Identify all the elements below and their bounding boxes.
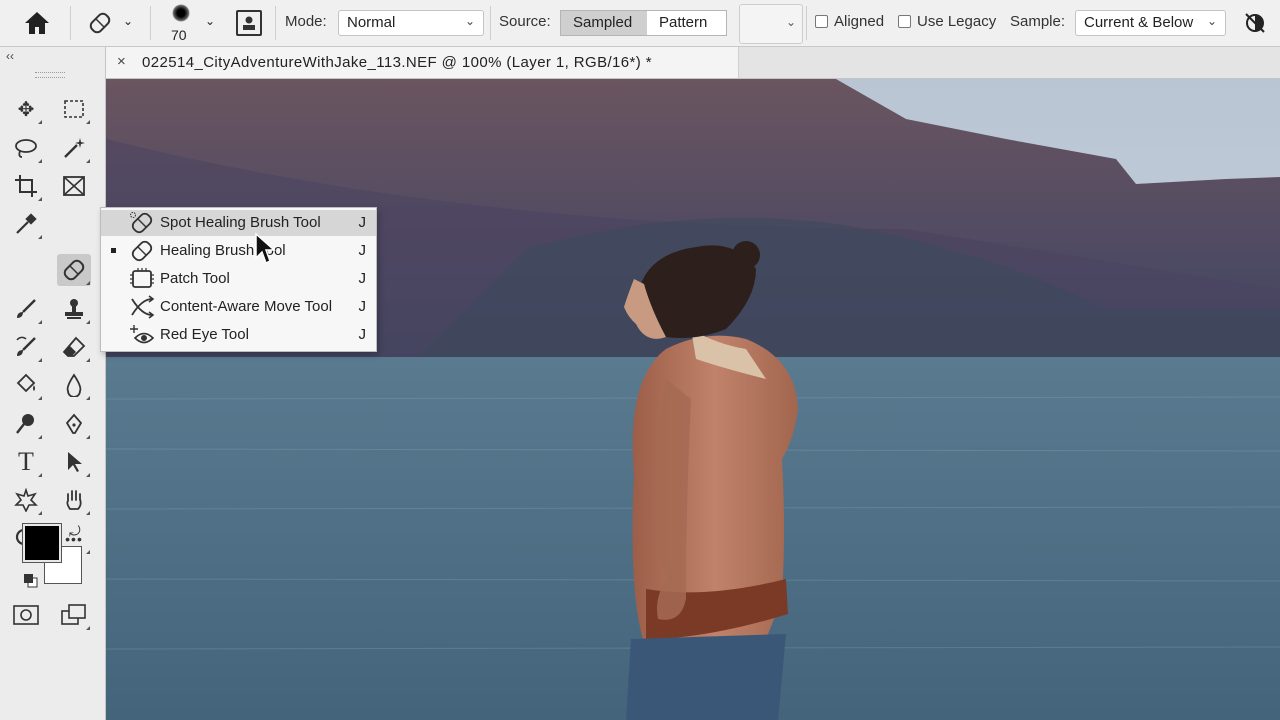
menu-item-shortcut: J	[358, 214, 367, 231]
custom-shape-tool-icon[interactable]	[9, 484, 43, 516]
content-aware-move-icon	[129, 295, 155, 319]
chevron-down-icon: ⌄	[464, 14, 475, 28]
type-tool-icon[interactable]: T	[9, 446, 43, 478]
default-colors-icon[interactable]	[23, 573, 39, 589]
brush-preview-icon[interactable]	[172, 4, 190, 22]
sample-label: Sample:	[1010, 13, 1066, 30]
red-eye-tool-icon	[129, 323, 155, 347]
tool-preset-healing-icon[interactable]	[86, 8, 114, 38]
healing-brush-icon	[129, 239, 155, 263]
hand-tool-icon[interactable]	[57, 484, 91, 516]
dodge-tool-icon[interactable]	[9, 408, 43, 440]
mouse-pointer-icon	[254, 232, 276, 266]
swap-colors-icon[interactable]: ⤾	[69, 523, 81, 540]
brush-chevron-down-icon[interactable]: ⌄	[205, 14, 215, 28]
menu-item-content-aware-move[interactable]: Content-Aware Move Tool J	[101, 294, 376, 320]
menu-item-red-eye-tool[interactable]: Red Eye Tool J	[101, 322, 376, 348]
eraser-tool-icon[interactable]	[57, 331, 91, 363]
mode-value: Normal	[347, 14, 396, 31]
healing-tools-flyout-menu: Spot Healing Brush Tool J Healing Brush …	[100, 207, 377, 352]
history-brush-tool-icon[interactable]	[9, 331, 43, 363]
quick-mask-icon[interactable]	[9, 599, 43, 631]
menu-item-shortcut: J	[358, 270, 367, 287]
pen-tool-icon[interactable]	[57, 408, 91, 440]
lasso-tool-icon[interactable]	[9, 132, 43, 164]
current-tool-indicator	[111, 248, 116, 253]
paint-bucket-tool-icon[interactable]	[9, 369, 43, 401]
image-canvas[interactable]	[106, 79, 1280, 720]
path-selection-tool-icon[interactable]	[57, 446, 91, 478]
menu-item-spot-healing-brush[interactable]: Spot Healing Brush Tool J	[101, 210, 376, 236]
options-bar: ⌄ 70 ⌄ Mode: Normal ⌄ Source: Sampled Pa…	[0, 0, 1280, 47]
home-icon[interactable]	[22, 9, 52, 37]
sample-value: Current & Below	[1084, 14, 1194, 31]
aligned-label: Aligned	[834, 13, 885, 30]
chevron-down-icon: ⌄	[785, 15, 796, 29]
menu-item-shortcut: J	[358, 326, 367, 343]
menu-item-shortcut: J	[358, 298, 367, 315]
blur-tool-icon[interactable]	[57, 369, 91, 401]
use-legacy-label: Use Legacy	[917, 13, 997, 30]
aligned-checkbox[interactable]	[815, 15, 828, 28]
menu-item-patch-tool[interactable]: Patch Tool J	[101, 266, 376, 292]
sample-dropdown[interactable]: Current & Below ⌄	[1075, 10, 1226, 36]
foreground-color-swatch[interactable]	[22, 523, 62, 563]
brush-tool-icon[interactable]	[9, 293, 43, 325]
menu-item-label: Content-Aware Move Tool	[160, 298, 333, 315]
crop-tool-icon[interactable]	[9, 170, 43, 202]
document-tab-bar: × 022514_CityAdventureWithJake_113.NEF @…	[106, 47, 1280, 79]
screen-mode-icon[interactable]	[57, 599, 91, 631]
spot-healing-brush-icon	[129, 211, 155, 235]
close-tab-icon[interactable]: ×	[117, 53, 126, 70]
source-label: Source:	[499, 13, 551, 30]
pattern-picker[interactable]: ⌄	[739, 4, 803, 44]
document-tab[interactable]: × 022514_CityAdventureWithJake_113.NEF @…	[106, 47, 739, 78]
menu-item-label: Spot Healing Brush Tool	[160, 214, 321, 231]
collapse-panel-icon[interactable]: ‹‹	[6, 49, 14, 63]
menu-item-label: Patch Tool	[160, 270, 230, 287]
menu-item-label: Red Eye Tool	[160, 326, 249, 343]
source-sampled-button[interactable]: Sampled	[560, 10, 648, 36]
source-pattern-button[interactable]: Pattern	[647, 10, 727, 36]
patch-tool-icon	[129, 267, 155, 291]
chevron-down-icon: ⌄	[1206, 14, 1217, 28]
menu-item-healing-brush[interactable]: Healing Brush Tool J	[101, 238, 376, 264]
mode-dropdown[interactable]: Normal ⌄	[338, 10, 484, 36]
healing-brush-tool-icon[interactable]	[57, 254, 91, 286]
photo	[106, 79, 1280, 720]
clone-stamp-tool-icon[interactable]	[57, 293, 91, 325]
use-legacy-checkbox[interactable]	[898, 15, 911, 28]
toolbox: ‹‹ ✥ T ••• ⤾	[0, 47, 106, 720]
mode-label: Mode:	[285, 13, 327, 30]
magic-wand-tool-icon[interactable]	[57, 132, 91, 164]
eyedropper-tool-icon[interactable]	[9, 208, 43, 240]
ignore-adjustment-layers-icon[interactable]	[1243, 11, 1267, 35]
toolbox-grip[interactable]	[35, 72, 65, 78]
move-tool-icon[interactable]: ✥	[9, 93, 43, 125]
brush-size-value: 70	[171, 27, 187, 43]
marquee-tool-icon[interactable]	[57, 93, 91, 125]
pressure-size-icon[interactable]	[236, 10, 262, 36]
tool-preset-chevron-down-icon[interactable]: ⌄	[123, 14, 133, 28]
document-title: 022514_CityAdventureWithJake_113.NEF @ 1…	[142, 54, 652, 71]
menu-item-shortcut: J	[358, 242, 367, 259]
frame-tool-icon[interactable]	[57, 170, 91, 202]
